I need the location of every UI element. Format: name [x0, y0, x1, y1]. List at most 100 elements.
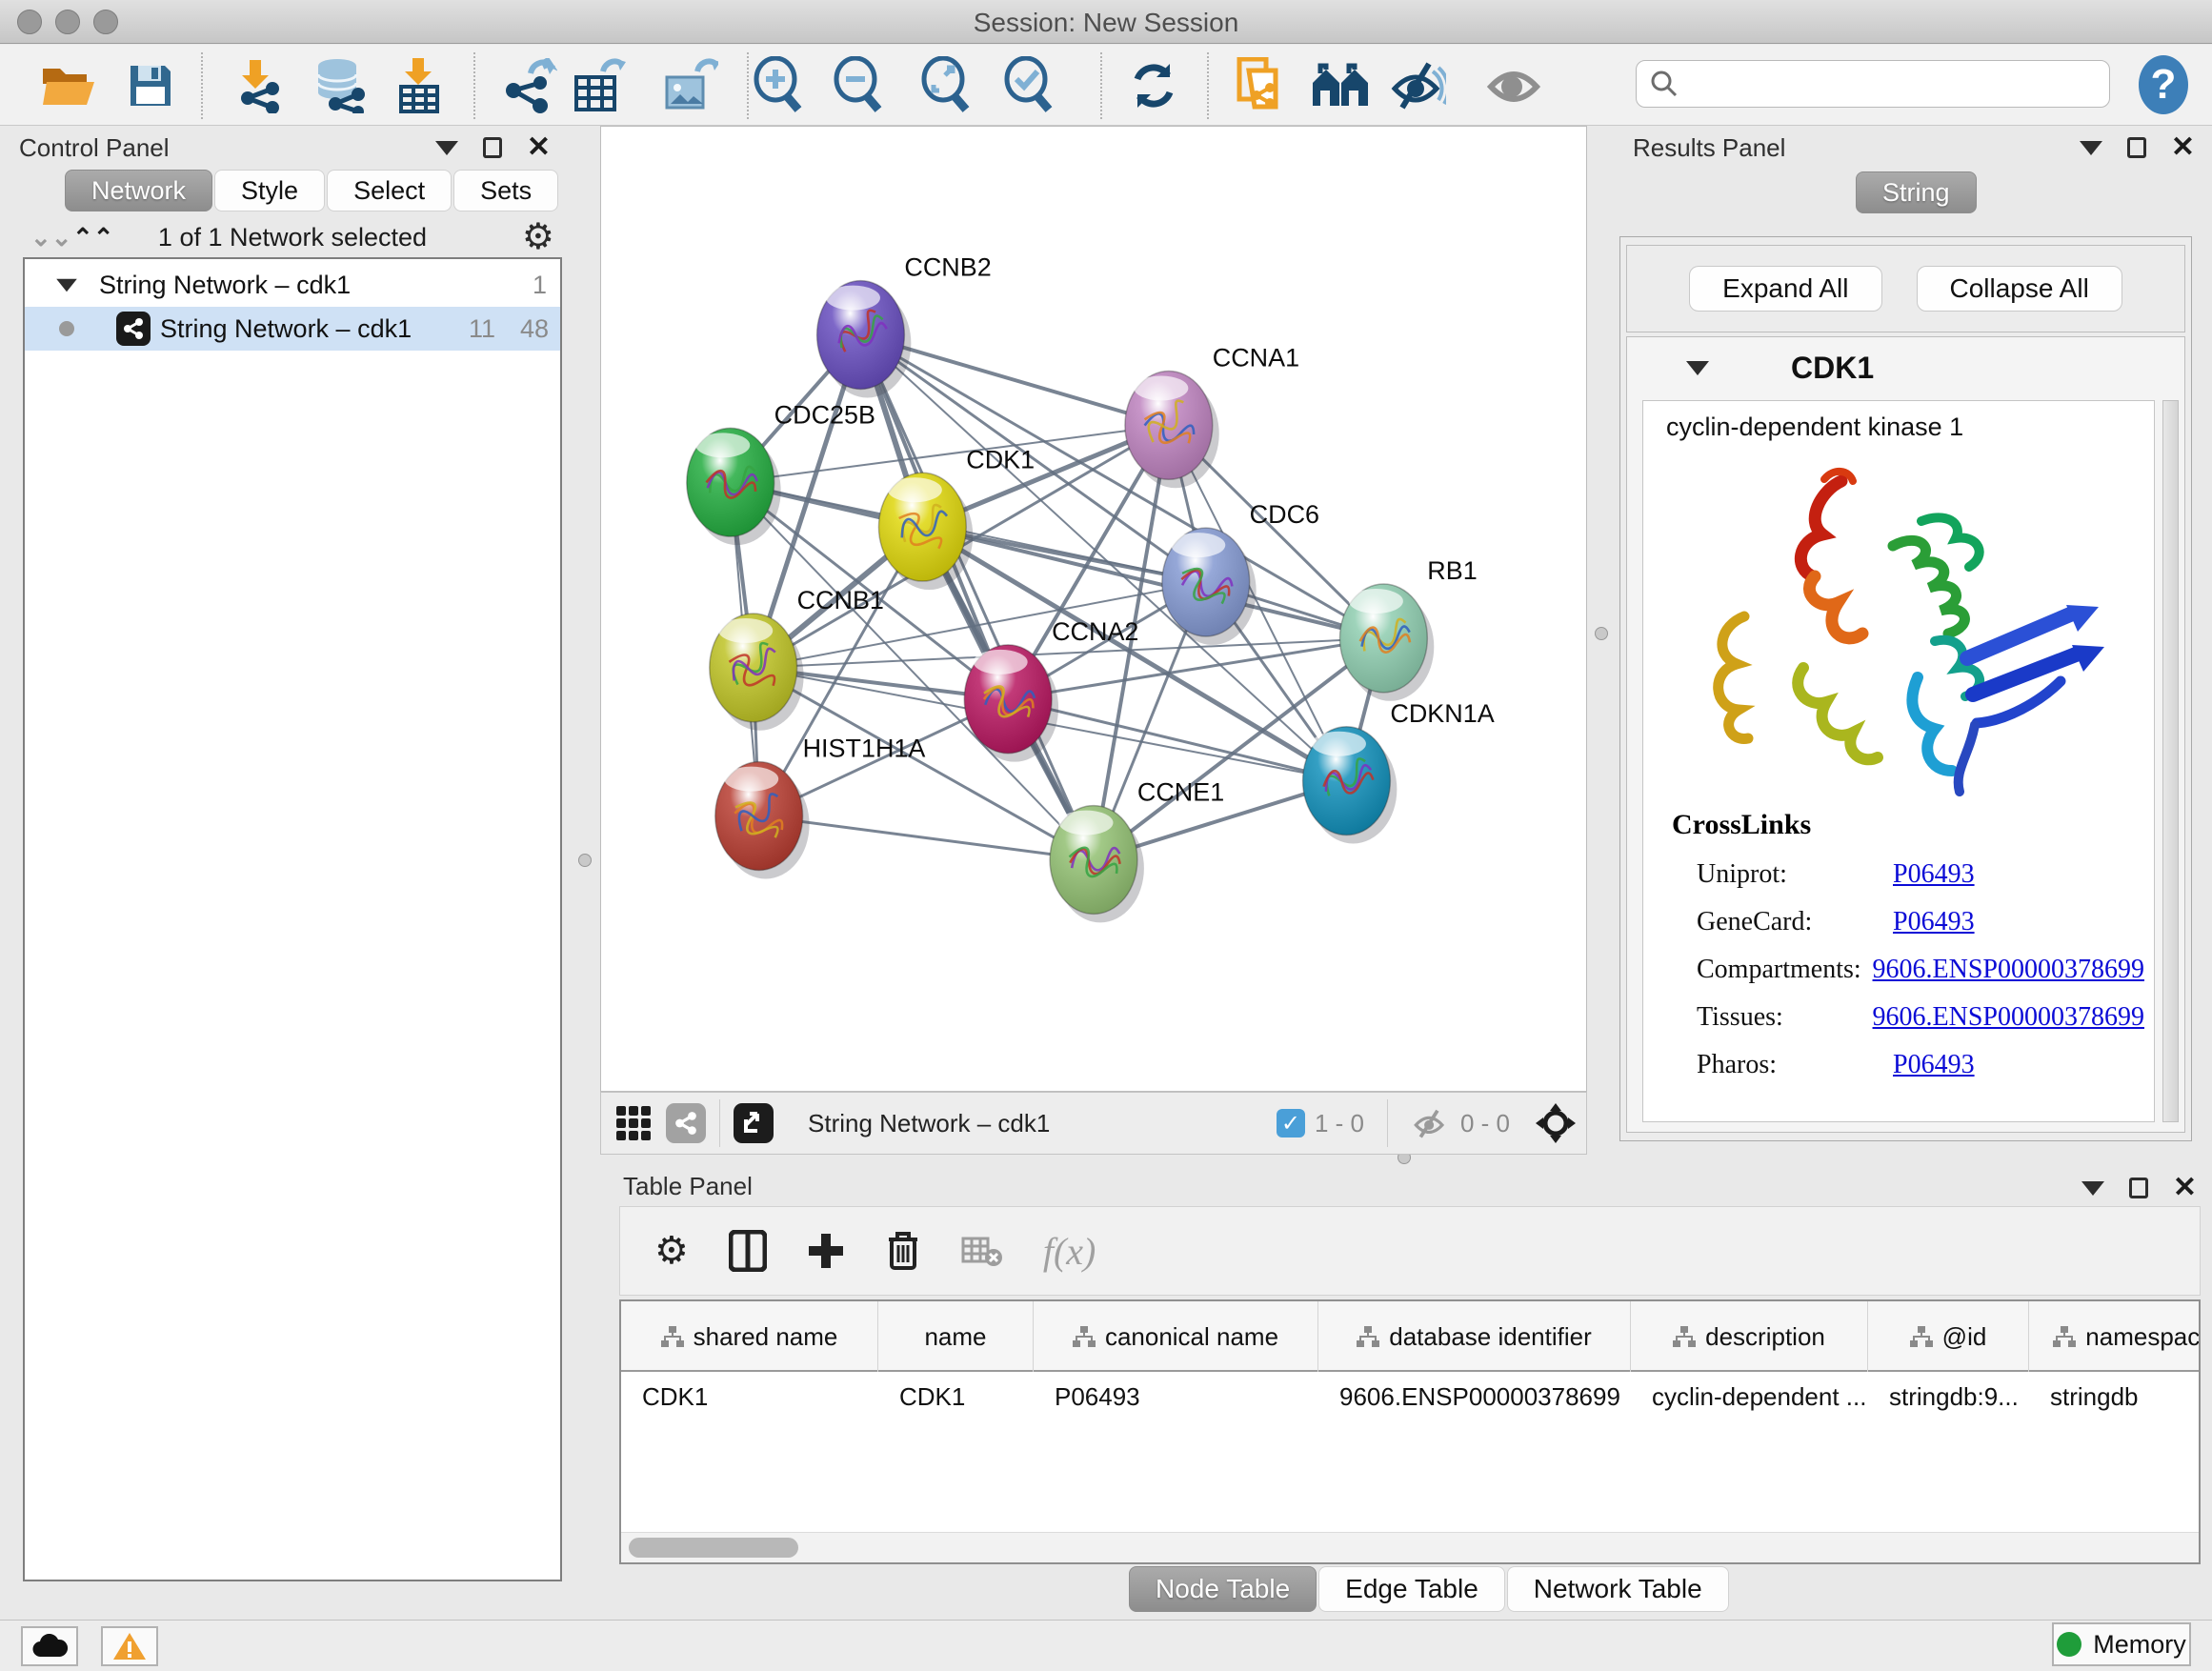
table-header-row: shared namenamecanonical namedatabase id…: [621, 1301, 2201, 1372]
collection-expander-icon[interactable]: [56, 278, 77, 292]
crosslink-row: Pharos:P06493: [1697, 1041, 2144, 1089]
table-cell[interactable]: 9606.ENSP00000378699: [1318, 1374, 1631, 1419]
memory-button[interactable]: Memory: [2052, 1622, 2191, 1666]
node-CCNB1[interactable]: CCNB1: [710, 586, 884, 731]
network-overview-icon[interactable]: [666, 1103, 706, 1143]
column-header-canonical-name[interactable]: canonical name: [1034, 1301, 1318, 1372]
create-column-plus-icon[interactable]: [807, 1232, 845, 1270]
table-cell[interactable]: stringdb: [2029, 1374, 2201, 1419]
table-cell[interactable]: CDK1: [878, 1374, 1034, 1419]
panel-menu-icon[interactable]: [2080, 141, 2102, 155]
left-splitter-handle[interactable]: [578, 854, 592, 867]
warning-status-button[interactable]: [101, 1626, 158, 1666]
delete-column-trash-icon[interactable]: [885, 1230, 921, 1272]
crosslink-link[interactable]: P06493: [1893, 907, 1975, 936]
export-image-icon[interactable]: [657, 54, 722, 117]
network-canvas[interactable]: CCNB2CCNA1CDC25BCDK1CDC6RB1CCNB1CCNA2CDK…: [600, 126, 1587, 1092]
tab-network-table[interactable]: Network Table: [1507, 1566, 1729, 1612]
show-all-icon[interactable]: [1482, 54, 1547, 117]
tab-select[interactable]: Select: [327, 170, 452, 211]
gene-entry-header[interactable]: CDK1: [1627, 337, 2184, 398]
column-header-name[interactable]: name: [878, 1301, 1034, 1372]
table-settings-gear-icon[interactable]: ⚙: [654, 1229, 689, 1273]
network-row-selected[interactable]: String Network – cdk1 11 48: [25, 307, 560, 351]
zoom-out-icon[interactable]: [827, 54, 892, 117]
expand-all-button[interactable]: Expand All: [1689, 266, 1881, 312]
right-splitter-handle[interactable]: [1595, 627, 1608, 640]
column-header-namespace[interactable]: namespace: [2029, 1301, 2201, 1372]
node-CCNE1[interactable]: CCNE1: [1050, 778, 1224, 923]
collapse-all-button[interactable]: Collapse All: [1917, 266, 2122, 312]
tab-sets[interactable]: Sets: [453, 170, 558, 211]
table-cell[interactable]: P06493: [1034, 1374, 1318, 1419]
tab-node-table[interactable]: Node Table: [1129, 1566, 1317, 1612]
import-table-icon[interactable]: [387, 54, 452, 117]
node-table[interactable]: shared namenamecanonical namedatabase id…: [619, 1299, 2201, 1564]
import-network-file-icon[interactable]: [227, 54, 292, 117]
show-columns-icon[interactable]: [729, 1230, 767, 1272]
new-network-from-selection-icon[interactable]: [1228, 54, 1293, 117]
tab-style[interactable]: Style: [214, 170, 325, 211]
panel-float-icon[interactable]: [2127, 137, 2146, 158]
detach-view-icon[interactable]: [734, 1103, 774, 1143]
node-HIST1H1A[interactable]: HIST1H1A: [715, 735, 926, 879]
birdseye-crosshair-icon[interactable]: [1535, 1102, 1577, 1144]
table-cell[interactable]: cyclin-dependent ...: [1631, 1374, 1868, 1419]
entry-expander-icon[interactable]: [1686, 361, 1709, 375]
zoom-fit-icon[interactable]: [915, 54, 979, 117]
zoom-selected-icon[interactable]: [997, 54, 1062, 117]
column-type-icon: [2053, 1326, 2076, 1347]
export-network-icon[interactable]: [497, 54, 562, 117]
panel-close-icon[interactable]: ✕: [2171, 137, 2195, 158]
network-status-dot: [59, 321, 74, 336]
column-header--id[interactable]: @id: [1868, 1301, 2029, 1372]
save-session-icon[interactable]: [118, 54, 183, 117]
refresh-icon[interactable]: [1121, 54, 1186, 117]
grid-view-icon[interactable]: [614, 1104, 653, 1142]
column-header-shared-name[interactable]: shared name: [621, 1301, 878, 1372]
column-header-database-identifier[interactable]: database identifier: [1318, 1301, 1631, 1372]
panel-float-icon[interactable]: [483, 137, 502, 158]
open-session-icon[interactable]: [36, 54, 101, 117]
panel-menu-icon[interactable]: [2081, 1181, 2104, 1196]
crosslink-link[interactable]: P06493: [1893, 859, 1975, 889]
table-horizontal-scrollbar[interactable]: [621, 1532, 2199, 1562]
crosslink-link[interactable]: 9606.ENSP00000378699: [1873, 955, 2144, 984]
zoom-in-icon[interactable]: [747, 54, 812, 117]
import-network-database-icon[interactable]: [308, 54, 372, 117]
network-collection-row[interactable]: String Network – cdk1 1: [25, 263, 560, 307]
scrollbar-thumb[interactable]: [629, 1538, 798, 1558]
search-icon: [1649, 69, 1679, 99]
crosslink-link[interactable]: 9606.ENSP00000378699: [1873, 1002, 2144, 1032]
node-CDKN1A[interactable]: CDKN1A: [1303, 699, 1495, 844]
export-table-icon[interactable]: [566, 54, 631, 117]
results-scrollbar[interactable]: [2162, 400, 2179, 1122]
network-options-gear-icon[interactable]: ⚙: [522, 215, 554, 258]
memory-status-dot: [2057, 1632, 2081, 1657]
gene-description: cyclin-dependent kinase 1: [1666, 413, 1963, 442]
table-cell[interactable]: stringdb:9...: [1868, 1374, 2029, 1419]
tab-network[interactable]: Network: [65, 170, 212, 211]
column-type-icon: [1357, 1326, 1379, 1347]
node-label-HIST1H1A: HIST1H1A: [803, 735, 926, 763]
help-button[interactable]: ?: [2137, 54, 2190, 115]
crosslink-link[interactable]: P06493: [1893, 1050, 1975, 1079]
tab-edge-table[interactable]: Edge Table: [1318, 1566, 1505, 1612]
panel-float-icon[interactable]: [2129, 1178, 2148, 1198]
cloud-status-button[interactable]: [21, 1626, 78, 1666]
node-CCNA1[interactable]: CCNA1: [1125, 344, 1299, 489]
search-input[interactable]: [1636, 60, 2110, 108]
hide-selected-icon[interactable]: [1386, 54, 1451, 117]
tab-string[interactable]: String: [1856, 171, 1977, 213]
edge-CCNB2-CCNE1[interactable]: [860, 335, 1094, 860]
first-neighbors-icon[interactable]: [1308, 54, 1373, 117]
panel-close-icon[interactable]: ✕: [527, 137, 551, 158]
selected-checkbox-icon[interactable]: ✓: [1277, 1109, 1305, 1137]
column-label: @id: [1942, 1322, 1987, 1352]
table-cell[interactable]: CDK1: [621, 1374, 878, 1419]
column-header-description[interactable]: description: [1631, 1301, 1868, 1372]
panel-close-icon[interactable]: ✕: [2173, 1178, 2197, 1198]
table-row[interactable]: CDK1CDK1P064939606.ENSP00000378699cyclin…: [621, 1374, 2201, 1419]
panel-menu-icon[interactable]: [435, 141, 458, 155]
node-RB1[interactable]: RB1: [1339, 556, 1477, 701]
